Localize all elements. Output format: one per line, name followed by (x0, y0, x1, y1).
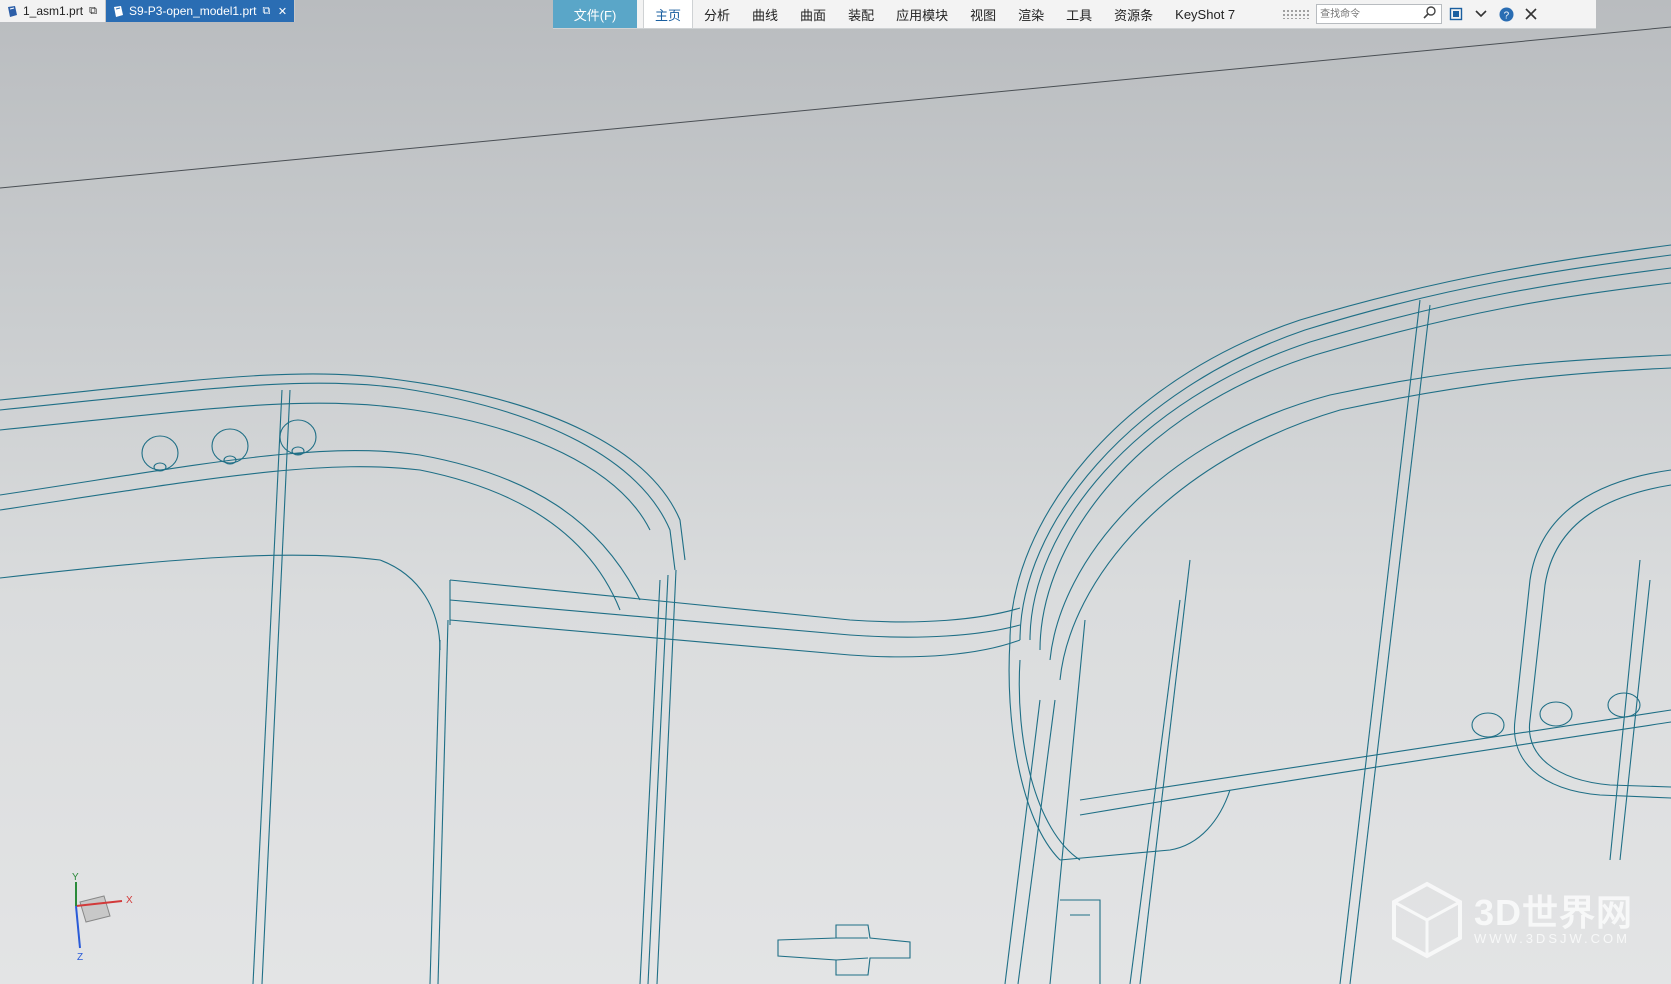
drag-grip-icon[interactable] (1282, 9, 1311, 19)
menu-keyshot[interactable]: KeyShot 7 (1164, 0, 1246, 28)
part-file-icon (112, 5, 125, 18)
triad-x-label: X (126, 895, 133, 906)
tab-close-icon[interactable]: ✕ (276, 5, 288, 18)
wireframe-model[interactable] (0, 0, 1671, 984)
ribbon-menu-bar: 文件(F) 主页 分析 曲线 曲面 装配 应用模块 视图 渲染 工具 资源条 K… (553, 0, 1596, 29)
document-tab-bar: 1_asm1.prt ⧉ S9-P3-open_model1.prt ⧉ ✕ (0, 0, 296, 22)
menu-assembly[interactable]: 装配 (837, 0, 885, 28)
menu-curve[interactable]: 曲线 (741, 0, 789, 28)
chevron-down-icon[interactable] (1470, 3, 1492, 25)
window-restore-icon[interactable] (1445, 3, 1467, 25)
part-file-icon (6, 5, 19, 18)
menu-render[interactable]: 渲染 (1007, 0, 1055, 28)
svg-text:?: ? (1503, 10, 1509, 21)
menu-analysis[interactable]: 分析 (693, 0, 741, 28)
menu-tools[interactable]: 工具 (1055, 0, 1103, 28)
tab-label: S9-P3-open_model1.prt (129, 4, 257, 18)
watermark-url: WWW.3DSJW.COM (1474, 930, 1630, 946)
triad-z-label: Z (77, 952, 83, 960)
tab-1-asm1[interactable]: 1_asm1.prt ⧉ (0, 0, 107, 22)
watermark-title: 3D世界网 (1474, 891, 1634, 933)
menu-surface[interactable]: 曲面 (789, 0, 837, 28)
search-icon[interactable] (1423, 5, 1437, 24)
tab-pin-icon[interactable]: ⧉ (87, 5, 99, 18)
help-icon[interactable]: ? (1495, 3, 1517, 25)
triad-y-label: Y (72, 872, 79, 883)
tab-pin-icon[interactable]: ⧉ (260, 5, 272, 18)
menu-home[interactable]: 主页 (643, 0, 694, 28)
cube-logo-icon (1392, 881, 1462, 959)
tab-s9-p3-open-model1[interactable]: S9-P3-open_model1.prt ⧉ ✕ (106, 0, 296, 22)
search-input[interactable] (1317, 6, 1424, 22)
graphics-viewport[interactable]: X Y Z 3D世界网 WWW.3DSJW.COM (0, 0, 1671, 984)
menu-view[interactable]: 视图 (959, 0, 1007, 28)
menu-resource-bar[interactable]: 资源条 (1103, 0, 1164, 28)
coordinate-triad: X Y Z (60, 870, 150, 963)
menu-application[interactable]: 应用模块 (885, 0, 959, 28)
watermark: 3D世界网 WWW.3DSJW.COM (1388, 880, 1633, 960)
close-icon[interactable] (1520, 3, 1542, 25)
command-search[interactable] (1316, 4, 1443, 24)
tab-label: 1_asm1.prt (23, 4, 84, 18)
file-menu-button[interactable]: 文件(F) (553, 0, 637, 28)
